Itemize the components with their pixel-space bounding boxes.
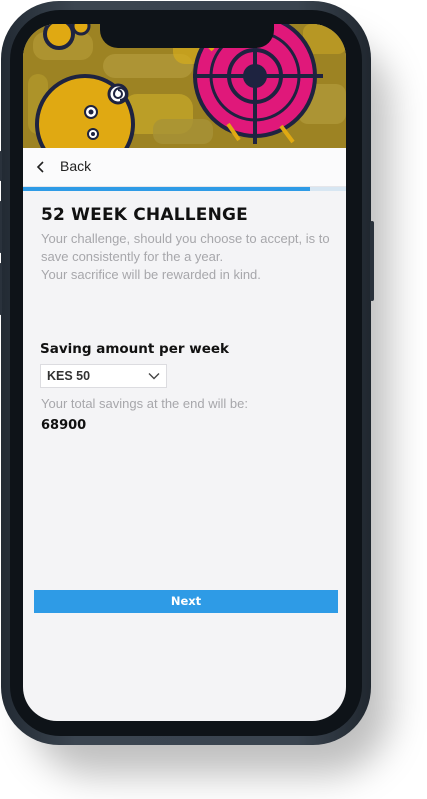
- next-button-label: Next: [170, 594, 202, 608]
- phone-volume-up-button: [0, 201, 2, 253]
- chevron-left-icon[interactable]: [35, 160, 47, 174]
- phone-notch: [100, 24, 274, 48]
- back-button[interactable]: Back: [60, 158, 91, 174]
- phone-power-button: [370, 221, 374, 301]
- challenge-description: Your challenge, should you choose to acc…: [41, 230, 331, 284]
- app-screen: Back 52 WEEK CHALLENGE Your challenge, s…: [23, 24, 346, 721]
- total-savings-value: 68900: [41, 418, 87, 433]
- page-title: 52 WEEK CHALLENGE: [41, 205, 248, 225]
- description-line-2: Your sacrifice will be rewarded in kind.: [41, 267, 261, 282]
- next-button[interactable]: Next: [34, 590, 338, 613]
- total-savings-label: Your total savings at the end will be:: [41, 396, 248, 411]
- chevron-down-icon: [148, 373, 160, 380]
- saving-amount-value: KES 50: [47, 369, 91, 383]
- phone-frame: Back 52 WEEK CHALLENGE Your challenge, s…: [0, 1, 374, 745]
- saving-amount-label: Saving amount per week: [40, 341, 229, 357]
- progress-bar: [23, 187, 346, 191]
- description-line-1: Your challenge, should you choose to acc…: [41, 231, 330, 264]
- progress-bar-fill: [23, 187, 311, 191]
- phone-volume-down-button: [0, 263, 2, 315]
- saving-amount-select[interactable]: KES 50: [40, 364, 167, 388]
- top-nav-bar: Back: [23, 148, 346, 187]
- phone-side-button: [0, 151, 2, 181]
